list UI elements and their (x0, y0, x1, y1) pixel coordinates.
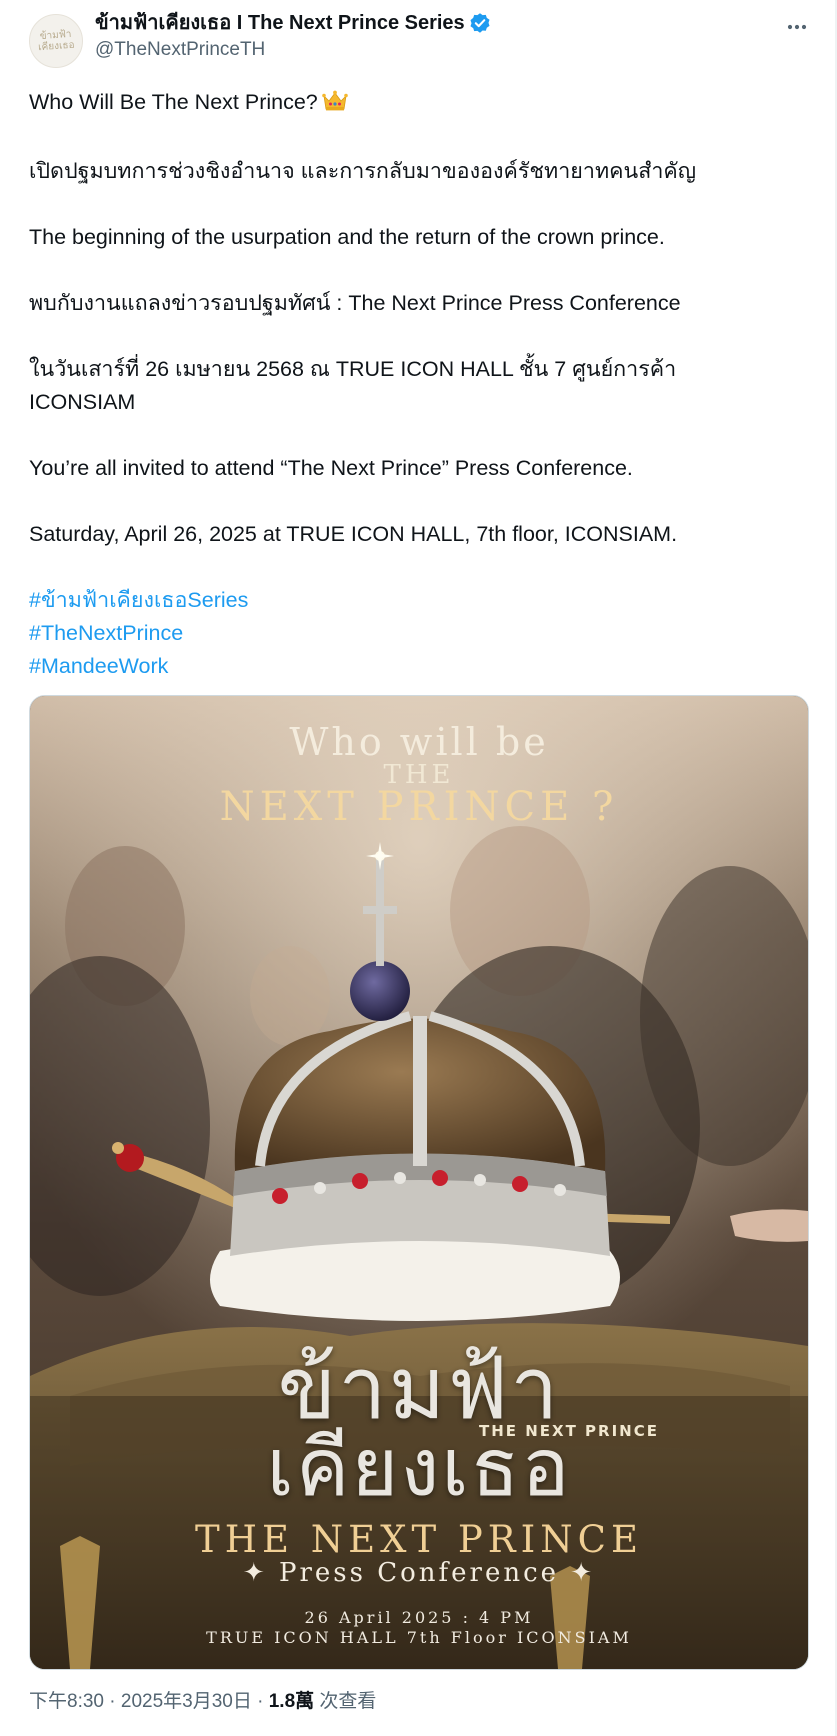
views-count: 1.8萬 (268, 1691, 315, 1712)
tweet-page: ข้ามฟ้า เคียงเธอ ข้ามฟ้าเคียงเธอ I The N… (0, 0, 837, 1736)
hashtag-link-3[interactable]: #MandeeWork (29, 650, 799, 683)
views-label: 次查看 (314, 1691, 377, 1712)
hashtag-link-2[interactable]: #TheNextPrince (29, 617, 799, 650)
tweet-header: ข้ามฟ้า เคียงเธอ ข้ามฟ้าเคียงเธอ I The N… (29, 8, 814, 68)
tweet-line-7: You’re all invited to attend “The Next P… (29, 456, 633, 480)
avatar-logo: ข้ามฟ้า เคียงเธอ (37, 28, 75, 54)
meta-separator: · (251, 1691, 269, 1712)
tweet-meta: 下午8:30 · 2025年3月30日 · 1.8萬 次查看 (29, 1690, 376, 1714)
verified-badge-icon[interactable] (469, 12, 491, 34)
user-handle[interactable]: @TheNextPrinceTH (95, 38, 265, 62)
tweet-line-2: เปิดปฐมบทการช่วงชิงอำนาจ และการกลับมาของ… (29, 159, 697, 183)
avatar[interactable]: ข้ามฟ้า เคียงเธอ (29, 14, 83, 68)
tweet-text: Who Will Be The Next Prince? เปิดปฐมบทกา… (29, 86, 799, 683)
poster-next-prince-text: NEXT PRINCE ? (219, 784, 619, 830)
tweet-line-8: Saturday, April 26, 2025 at TRUE ICON HA… (29, 522, 678, 546)
tweet-line-4: พบกับงานแถลงข่าวรอบปฐมทัศน์ : The Next P… (29, 291, 681, 315)
hashtag-link-1[interactable]: #ข้ามฟ้าเคียงเธอSeries (29, 584, 799, 617)
poster-image[interactable]: Who will be THE NEXT PRINCE ? ข้ามฟ้า เค… (29, 695, 809, 1670)
tweet-date-link[interactable]: 2025年3月30日 (121, 1691, 252, 1712)
crown-icon (321, 89, 348, 122)
poster-who-text: Who will be (289, 720, 549, 764)
more-options-icon[interactable] (780, 12, 814, 42)
poster-venue: TRUE ICON HALL 7th Floor ICONSIAM (206, 1628, 632, 1647)
poster-press-conference: ✦ Press Conference ✦ (242, 1558, 596, 1588)
tweet-line-1: Who Will Be The Next Prince? (29, 86, 799, 122)
poster-thai-logo-line2: เคียงเธอ (266, 1421, 572, 1514)
tweet-line-3: The beginning of the usurpation and the … (29, 225, 665, 249)
display-name[interactable]: ข้ามฟ้าเคียงเธอ I The Next Prince Series (95, 11, 465, 35)
meta-separator: · (103, 1691, 121, 1712)
tweet-line-6: ICONSIAM (29, 390, 136, 414)
tweet-time-link[interactable]: 下午8:30 (29, 1691, 104, 1712)
tweet-line-5: ในวันเสาร์ที่ 26 เมษายน 2568 ณ TRUE ICON… (29, 357, 677, 381)
poster-small-logo: THE NEXT PRINCE (478, 1422, 659, 1440)
poster-title: THE NEXT PRINCE (195, 1518, 643, 1561)
poster-date: 26 April 2025 : 4 PM (304, 1608, 534, 1627)
name-row: ข้ามฟ้าเคียงเธอ I The Next Prince Series (95, 11, 491, 35)
poster-thai-logo-line1: ข้ามฟ้า (277, 1339, 561, 1439)
